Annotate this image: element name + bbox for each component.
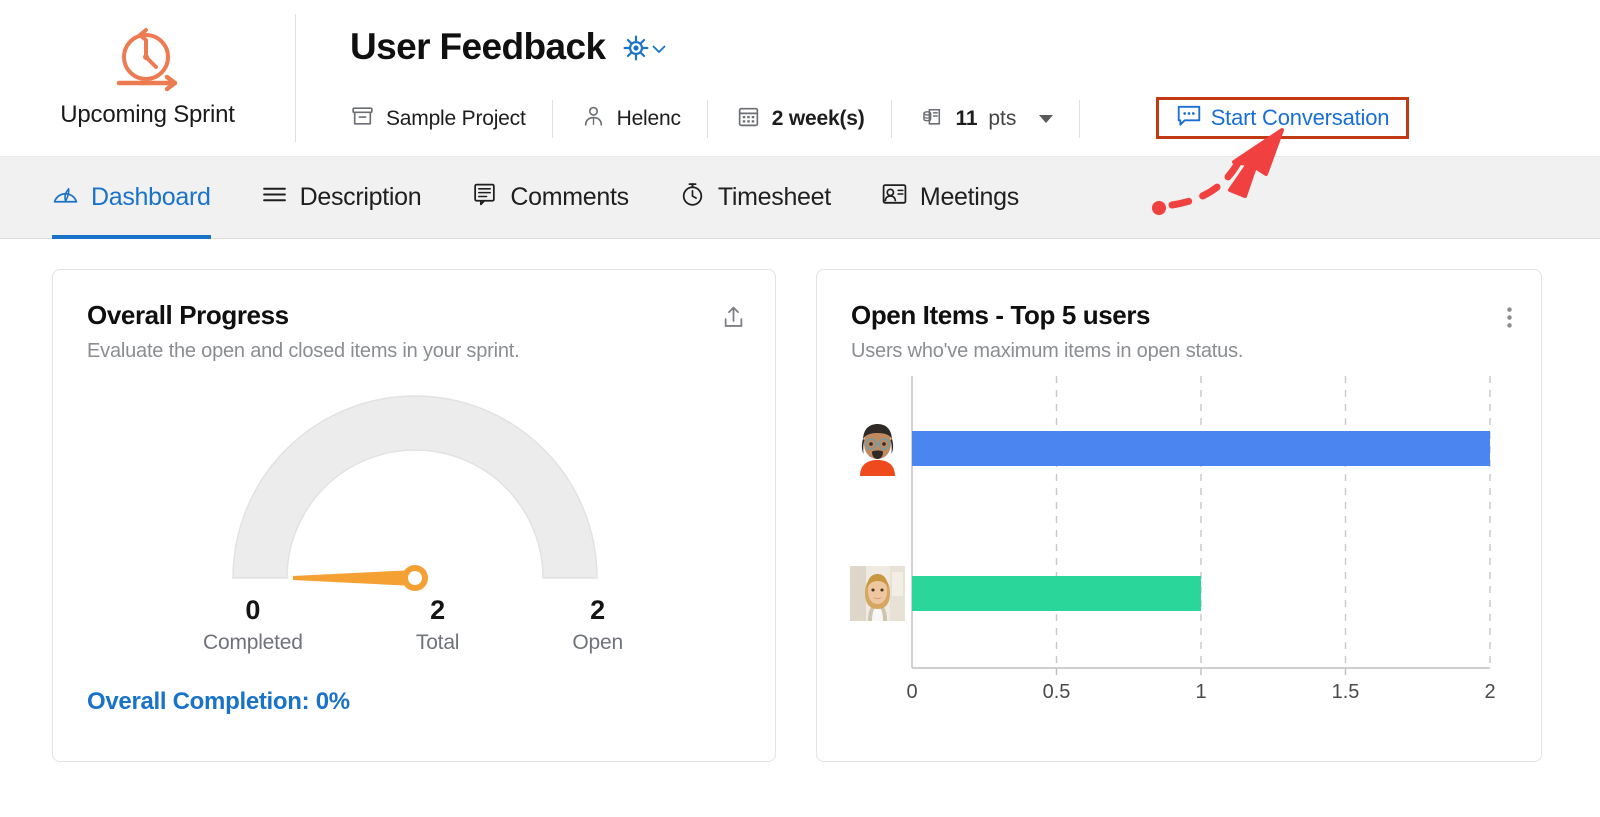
card-title: Overall Progress bbox=[87, 300, 289, 330]
tab-meetings[interactable]: Meetings bbox=[881, 157, 1019, 239]
page-title: User Feedback bbox=[350, 26, 606, 67]
tab-dashboard-label: Dashboard bbox=[91, 183, 211, 211]
meta-separator bbox=[551, 100, 553, 138]
card-subtitle: Users who've maximum items in open statu… bbox=[851, 340, 1244, 362]
points-icon bbox=[920, 104, 945, 135]
caret-down-icon[interactable] bbox=[1039, 115, 1054, 123]
meta-points-value: 11 bbox=[955, 107, 978, 130]
comment-bubble-icon bbox=[471, 181, 498, 215]
calendar-icon bbox=[736, 104, 761, 135]
tab-description-label: Description bbox=[299, 183, 422, 211]
stat-total-label: Total bbox=[415, 631, 460, 654]
meta-separator bbox=[890, 100, 892, 138]
tab-dashboard[interactable]: Dashboard bbox=[52, 157, 211, 239]
meta-separator bbox=[706, 100, 708, 138]
svg-text:0: 0 bbox=[906, 681, 917, 703]
card-overall-progress: Overall Progress Evaluate the open and c… bbox=[52, 269, 776, 762]
page-header: Upcoming Sprint User Feedback Sample Pro… bbox=[0, 0, 1600, 157]
meta-separator bbox=[1079, 100, 1081, 138]
hamburger-lines-icon bbox=[261, 181, 288, 215]
header-meta-row: Sample Project Helenc 2 week(s) 11 pts bbox=[350, 98, 1108, 140]
meta-duration[interactable]: 2 week(s) bbox=[736, 98, 891, 140]
card-open-items: Open Items - Top 5 users Users who've ma… bbox=[816, 269, 1542, 762]
gauge-stats: 0 Completed 2 Total 2 Open bbox=[203, 595, 623, 655]
svg-text:1.5: 1.5 bbox=[1332, 681, 1360, 703]
overall-completion-link[interactable]: Overall Completion: 0% bbox=[87, 688, 350, 716]
meta-project-label: Sample Project bbox=[386, 107, 526, 130]
stat-total-value: 2 bbox=[430, 595, 446, 625]
overall-progress-gauge bbox=[53, 382, 775, 612]
dashboard-content: Overall Progress Evaluate the open and c… bbox=[0, 239, 1600, 817]
stat-completed-value: 0 bbox=[245, 595, 261, 625]
meeting-person-icon bbox=[881, 181, 908, 215]
user-icon bbox=[581, 104, 606, 135]
open-items-bar-chart: 0 0.5 1 1.5 2 bbox=[817, 368, 1543, 708]
stat-completed-label: Completed bbox=[203, 631, 303, 654]
more-vertical-icon[interactable] bbox=[1506, 304, 1513, 336]
app-page: Upcoming Sprint User Feedback Sample Pro… bbox=[0, 0, 1600, 817]
tab-meetings-label: Meetings bbox=[919, 183, 1019, 211]
meta-owner-label: Helenc bbox=[616, 107, 681, 130]
stopwatch-icon bbox=[679, 181, 706, 215]
tab-timesheet[interactable]: Timesheet bbox=[679, 157, 831, 239]
settings-dropdown[interactable] bbox=[623, 35, 666, 66]
stat-open-label: Open bbox=[572, 631, 623, 654]
sprint-block[interactable]: Upcoming Sprint bbox=[0, 0, 295, 156]
svg-text:0.5: 0.5 bbox=[1043, 681, 1071, 703]
avatar[interactable] bbox=[850, 421, 905, 476]
meta-project[interactable]: Sample Project bbox=[350, 98, 552, 140]
chevron-down-icon bbox=[652, 41, 666, 59]
stat-total: 2 Total bbox=[415, 595, 460, 655]
tab-timesheet-label: Timesheet bbox=[717, 183, 831, 211]
gear-icon bbox=[623, 35, 649, 66]
meta-duration-label: 2 week(s) bbox=[771, 107, 865, 130]
avatar[interactable] bbox=[850, 566, 905, 621]
header-divider bbox=[295, 14, 296, 142]
sprint-clock-icon bbox=[111, 27, 185, 95]
tab-comments[interactable]: Comments bbox=[471, 157, 629, 239]
upload-share-icon[interactable] bbox=[720, 304, 747, 336]
card-subtitle: Evaluate the open and closed items in yo… bbox=[87, 340, 520, 362]
svg-text:1: 1 bbox=[1195, 681, 1206, 703]
title-row: User Feedback bbox=[350, 26, 666, 68]
meta-points[interactable]: 11 pts bbox=[920, 98, 1080, 140]
dashboard-gauge-icon bbox=[52, 181, 79, 215]
tab-comments-label: Comments bbox=[510, 183, 629, 211]
stat-open-value: 2 bbox=[590, 595, 606, 625]
tab-description[interactable]: Description bbox=[261, 157, 422, 239]
meta-points-unit: pts bbox=[988, 107, 1017, 130]
meta-owner[interactable]: Helenc bbox=[581, 98, 707, 140]
stat-completed: 0 Completed bbox=[203, 595, 303, 655]
tab-bar: Dashboard Description Comments Timesheet… bbox=[0, 157, 1600, 239]
conversation-bubble-icon bbox=[1176, 104, 1202, 133]
svg-text:2: 2 bbox=[1484, 681, 1495, 703]
start-conversation-label: Start Conversation bbox=[1210, 105, 1390, 130]
stat-open: 2 Open bbox=[572, 595, 623, 655]
card-header: Open Items - Top 5 users Users who've ma… bbox=[851, 300, 1243, 363]
project-box-icon bbox=[350, 104, 375, 135]
start-conversation-button[interactable]: Start Conversation bbox=[1156, 97, 1409, 139]
card-title: Open Items - Top 5 users bbox=[851, 300, 1151, 330]
card-header: Overall Progress Evaluate the open and c… bbox=[87, 300, 520, 363]
sprint-label: Upcoming Sprint bbox=[60, 101, 235, 128]
